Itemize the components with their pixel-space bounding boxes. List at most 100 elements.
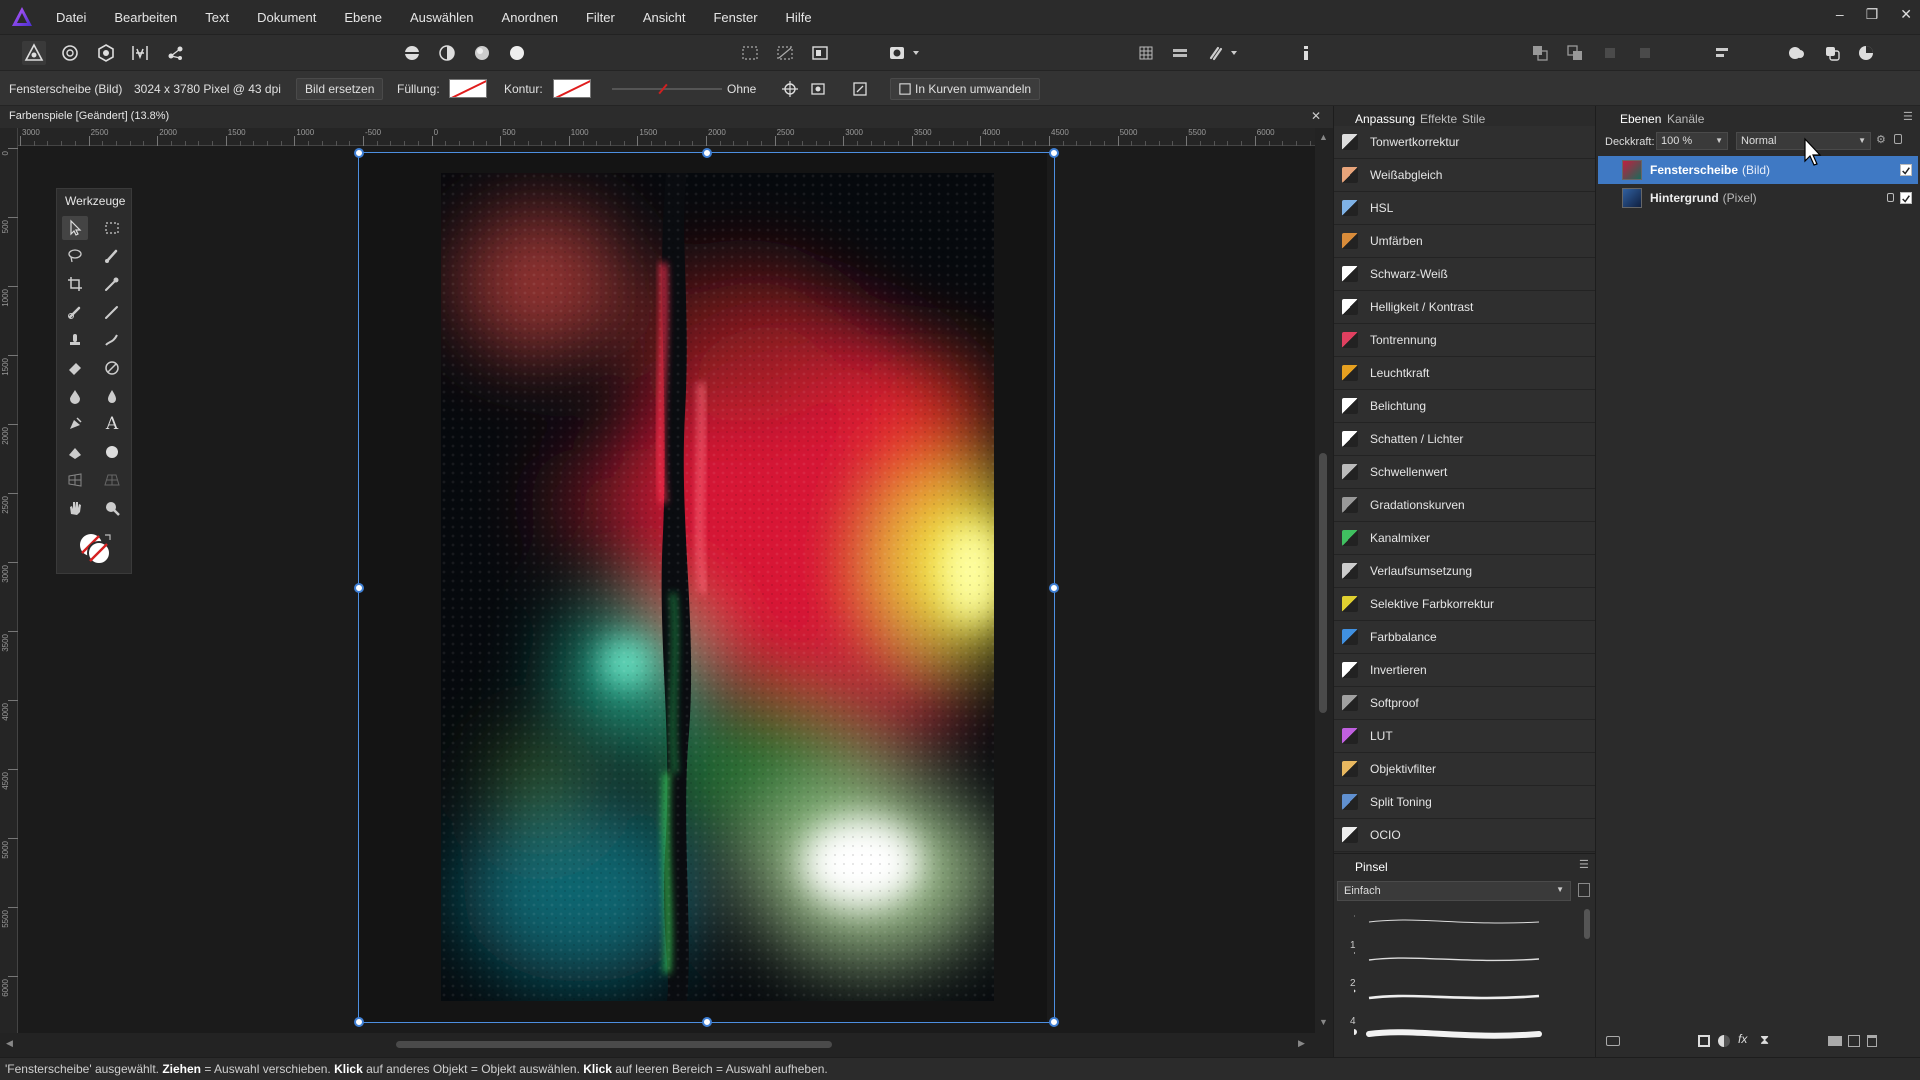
menu-item[interactable]: Ansicht	[643, 10, 686, 25]
develop-persona-icon[interactable]	[94, 41, 118, 65]
trash-icon[interactable]	[1867, 1035, 1877, 1047]
blur-tool-icon[interactable]	[99, 384, 125, 408]
resize-handle-left[interactable]	[354, 582, 364, 593]
adjustment-item[interactable]: Tonwertkorrektur	[1334, 126, 1596, 159]
lock-icon[interactable]	[1887, 193, 1894, 202]
chevron-down-icon[interactable]	[1228, 41, 1240, 65]
menu-item[interactable]: Datei	[56, 10, 86, 25]
adjustment-layer-icon[interactable]	[1718, 1035, 1730, 1047]
brush-category-select[interactable]: Einfach ▼	[1337, 881, 1571, 901]
panel-menu-icon[interactable]: ☰	[1903, 110, 1913, 123]
gradient-tool-icon[interactable]	[62, 440, 88, 464]
export-persona-icon[interactable]	[164, 41, 188, 65]
adjustment-item[interactable]: Softproof	[1334, 687, 1596, 720]
arrange-front-icon[interactable]	[1563, 41, 1587, 65]
crop-image-icon[interactable]	[806, 77, 830, 101]
scroll-right-arrow-icon[interactable]: ▶	[1298, 1038, 1305, 1049]
zoom-tool-icon[interactable]	[99, 496, 125, 520]
transform-origin-icon[interactable]	[778, 77, 802, 101]
eraser-tool-icon[interactable]	[62, 356, 88, 380]
tab-pinsel[interactable]: Pinsel	[1355, 860, 1388, 874]
brush-list-view-icon[interactable]	[1578, 883, 1590, 897]
resize-handle-right[interactable]	[1049, 582, 1059, 593]
snapping-grid-icon[interactable]	[1134, 41, 1158, 65]
tab-effekte[interactable]: Effekte	[1420, 112, 1457, 126]
menu-item[interactable]: Filter	[586, 10, 615, 25]
tab-kanaele[interactable]: Kanäle	[1667, 112, 1704, 126]
adjustment-item[interactable]: Belichtung	[1334, 390, 1596, 423]
horizontal-ruler[interactable]: 3000 2500 2000 1500 1000 -500 0 500 1000 1500 2000…	[18, 128, 1315, 146]
layer-row-hintergrund[interactable]: Hintergrund (Pixel)	[1598, 184, 1918, 212]
mask-mode-icon[interactable]	[885, 41, 909, 65]
tone-mapping-persona-icon[interactable]	[128, 41, 152, 65]
vertical-ruler[interactable]: 0 500 1000 1500 2000 2500 3000 3500 4000 4500 5000…	[0, 128, 18, 1033]
replace-image-button[interactable]: Bild ersetzen	[296, 78, 384, 100]
smudge-tool-icon[interactable]	[99, 328, 125, 352]
dodge-tool-icon[interactable]	[99, 356, 125, 380]
crop-tool-icon[interactable]	[62, 272, 88, 296]
tab-anpassung[interactable]: Anpassung	[1355, 112, 1415, 126]
adjustment-item[interactable]: Selektive Farbkorrektur	[1334, 588, 1596, 621]
convert-to-curves-button[interactable]: In Kurven umwandeln	[890, 78, 1041, 100]
brush-scroll-thumb[interactable]	[1584, 909, 1590, 939]
tab-stile[interactable]: Stile	[1462, 112, 1485, 126]
text-tool-icon[interactable]: A	[99, 412, 125, 436]
adjustment-item[interactable]: OCIO	[1334, 819, 1596, 852]
menu-item[interactable]: Hilfe	[786, 10, 812, 25]
color-picker-tool-icon[interactable]	[99, 272, 125, 296]
mask-layer-icon[interactable]	[1698, 1035, 1710, 1047]
adjustment-item[interactable]: Umfärben	[1334, 225, 1596, 258]
restore-button[interactable]: ❐	[1866, 6, 1879, 23]
layer-stack-icon[interactable]	[1606, 1036, 1620, 1046]
selection-bounding-box[interactable]	[354, 148, 1059, 1027]
stroke-swatch[interactable]	[553, 79, 591, 98]
color-swatches-icon[interactable]	[77, 531, 113, 567]
liquify-persona-icon[interactable]	[58, 41, 82, 65]
slider-thumb[interactable]	[658, 83, 668, 95]
visibility-checkbox[interactable]	[1900, 192, 1912, 204]
move-tool-icon[interactable]	[62, 216, 88, 240]
adjustment-item[interactable]: Objektivfilter	[1334, 753, 1596, 786]
adjustment-item[interactable]: Leuchtkraft	[1334, 357, 1596, 390]
clone-stamp-tool-icon[interactable]	[62, 328, 88, 352]
adjustment-item[interactable]: Helligkeit / Kontrast	[1334, 291, 1596, 324]
close-window-button[interactable]: ✕	[1900, 6, 1912, 23]
adjustment-item[interactable]: Kanalmixer	[1334, 522, 1596, 555]
resize-handle-bottom-right[interactable]	[1049, 1017, 1059, 1027]
arrange-back-icon[interactable]	[1528, 41, 1552, 65]
adjustment-item[interactable]: Invertieren	[1334, 654, 1596, 687]
layer-row-fensterscheibe[interactable]: Fensterscheibe (Bild)	[1598, 156, 1918, 184]
view-mode-icon[interactable]	[400, 41, 424, 65]
canvas[interactable]	[18, 146, 1315, 1033]
brush-strokes-preview[interactable]	[1354, 914, 1554, 1054]
scroll-left-arrow-icon[interactable]: ◀	[6, 1038, 13, 1049]
adjustment-item[interactable]: Gradationskurven	[1334, 489, 1596, 522]
soft-circle-icon[interactable]	[470, 41, 494, 65]
folder-icon[interactable]	[1828, 1036, 1842, 1046]
info-icon[interactable]	[1294, 41, 1318, 65]
assistant-icon[interactable]	[1784, 41, 1808, 65]
quick-mask-icon[interactable]	[808, 41, 832, 65]
resize-handle-bottom[interactable]	[701, 1017, 712, 1027]
menu-item[interactable]: Fenster	[713, 10, 757, 25]
adjustment-item[interactable]: Tontrennung	[1334, 324, 1596, 357]
chevron-down-icon[interactable]	[910, 41, 922, 65]
resize-handle-bottom-left[interactable]	[354, 1017, 364, 1027]
scroll-up-arrow-icon[interactable]: ▲	[1319, 132, 1328, 142]
resize-handle-top-left[interactable]	[354, 148, 364, 158]
adjustment-item[interactable]: Schwarz-Weiß	[1334, 258, 1596, 291]
panel-menu-icon[interactable]: ☰	[1579, 858, 1589, 871]
live-filter-icon[interactable]: ⧗	[1760, 1032, 1769, 1048]
stroke-width-slider[interactable]	[612, 83, 722, 95]
paint-brush-tool-icon[interactable]	[62, 300, 88, 324]
adjustment-item[interactable]: HSL	[1334, 192, 1596, 225]
contrast-icon[interactable]	[435, 41, 459, 65]
lock-icon[interactable]	[1894, 134, 1902, 144]
menu-item[interactable]: Text	[205, 10, 229, 25]
menu-item[interactable]: Auswählen	[410, 10, 474, 25]
lasso-tool-icon[interactable]	[62, 244, 88, 268]
opacity-field[interactable]: 100 % ▼	[1656, 132, 1728, 150]
invert-selection-icon[interactable]	[773, 41, 797, 65]
horizontal-scroll-thumb[interactable]	[396, 1041, 832, 1048]
menu-item[interactable]: Ebene	[344, 10, 382, 25]
